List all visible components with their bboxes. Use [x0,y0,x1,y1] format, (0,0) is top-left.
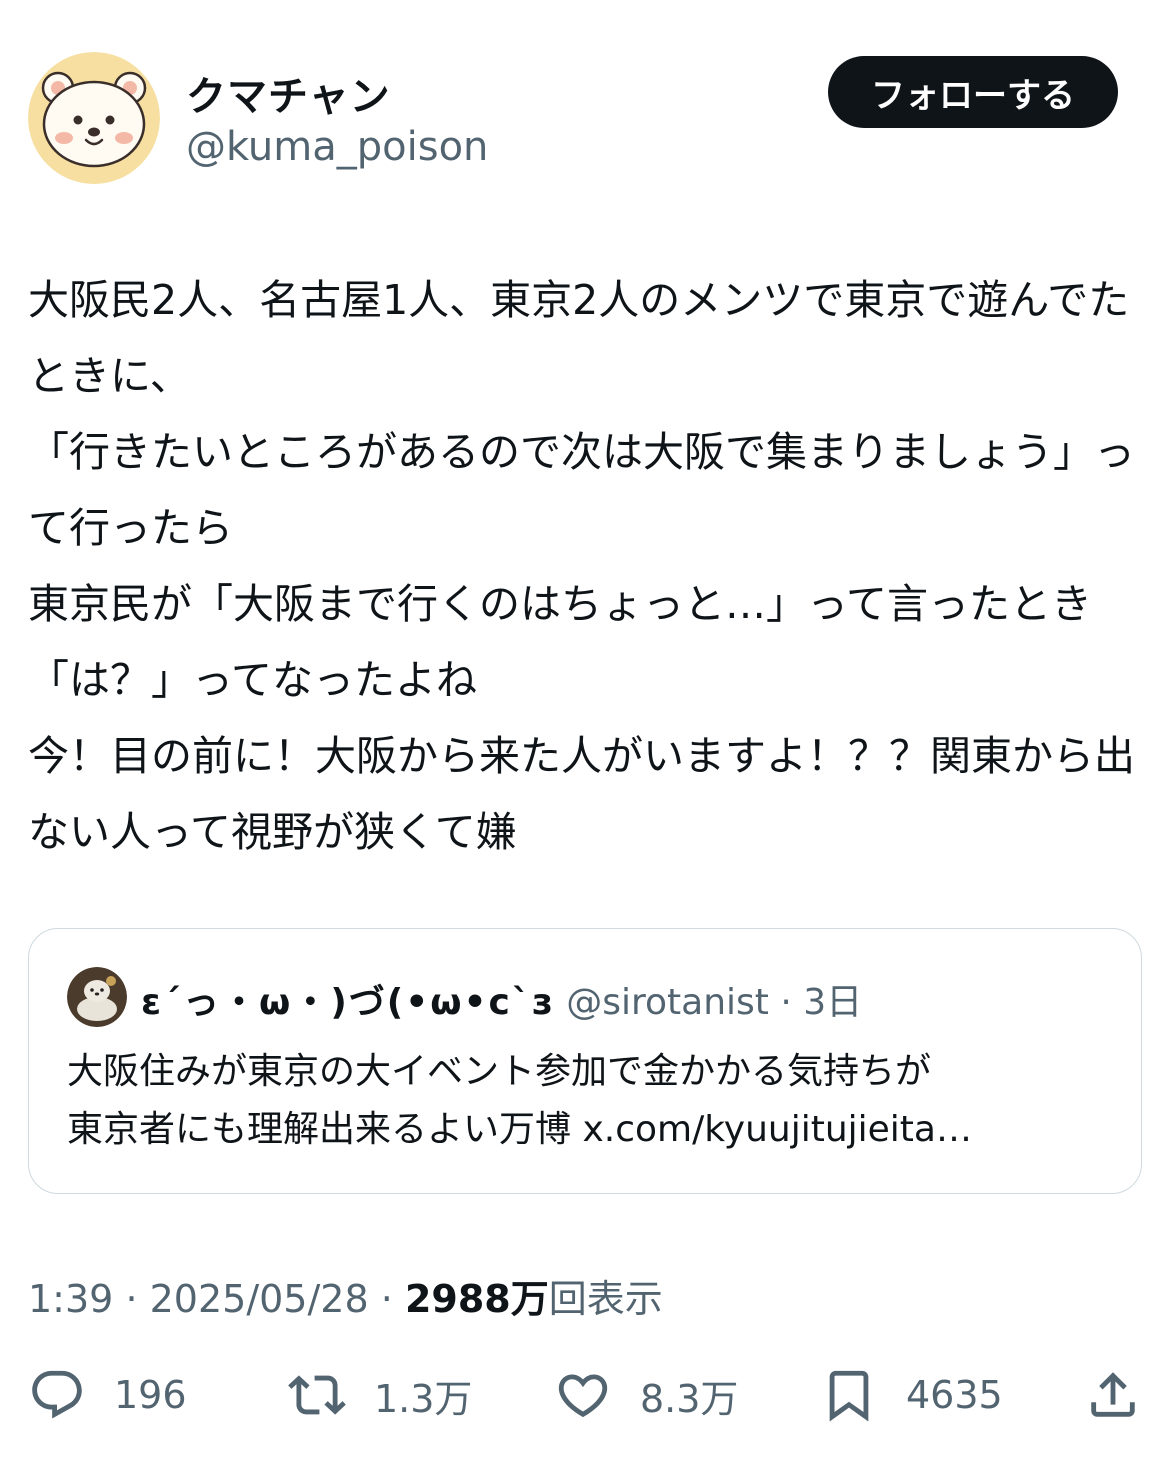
heart-icon [558,1374,608,1418]
tweet-metadata: 1:39 · 2025/05/28 · 2988万回表示 [28,1268,663,1323]
reply-count: 196 [114,1373,187,1417]
reply-icon [32,1370,82,1419]
bear-avatar-icon [28,52,160,184]
quoted-time: 3日 [803,982,863,1023]
tweet-date[interactable]: 2025/05/28 [150,1277,369,1321]
retweet-count: 1.3万 [374,1376,473,1421]
meta-separator: · [380,1277,393,1321]
share-icon [1091,1372,1135,1417]
tweet-text: 大阪民2人、名古屋1人、東京2人のメンツで東京で遊んでたときに、 「行きたいとこ… [28,276,1135,856]
like-button[interactable]: 8.3万 [554,1360,738,1430]
quoted-author-name: ε´っ・ω・)づ(•ω•c`з [141,982,555,1023]
author-avatar[interactable] [28,52,160,184]
bookmark-count: 4635 [906,1373,1003,1417]
bookmark-icon [829,1370,869,1422]
quoted-author-avatar [67,967,127,1027]
quoted-tweet-text: 大阪住みが東京の大イベント参加で金かかる気持ちが 東京者にも理解出来るよい万博 … [67,1051,972,1150]
meta-separator: · [125,1277,138,1321]
author-display-name[interactable]: クマチャン [186,64,391,122]
retweet-button[interactable]: 1.3万 [288,1360,472,1430]
views-count: 2988万 [404,1277,549,1321]
bookmark-button[interactable]: 4635 [820,1360,1003,1430]
tweet-header: クマチャン @kuma_poison フォローする [28,52,1118,186]
follow-button[interactable]: フォローする [828,56,1118,128]
quoted-tweet-card[interactable]: ε´っ・ω・)づ(•ω•c`з @sirotanist · 3日 大阪住みが東京… [28,928,1142,1194]
like-count: 8.3万 [640,1376,739,1421]
tweet-time[interactable]: 1:39 [28,1277,113,1321]
share-button[interactable] [1084,1360,1142,1430]
retweet-icon [288,1375,346,1415]
seal-avatar-icon [67,967,127,1027]
author-handle[interactable]: @kuma_poison [186,124,488,170]
quoted-author-handle: @sirotanist [566,982,769,1023]
quoted-tweet-header: ε´っ・ω・)づ(•ω•c`з @sirotanist · 3日 [141,973,1121,1023]
quoted-separator: · [780,982,792,1023]
reply-button[interactable]: 196 [28,1360,187,1430]
views-label: 回表示 [548,1277,663,1321]
tweet-action-bar: 196 1.3万 8.3万 4635 [28,1360,1142,1430]
